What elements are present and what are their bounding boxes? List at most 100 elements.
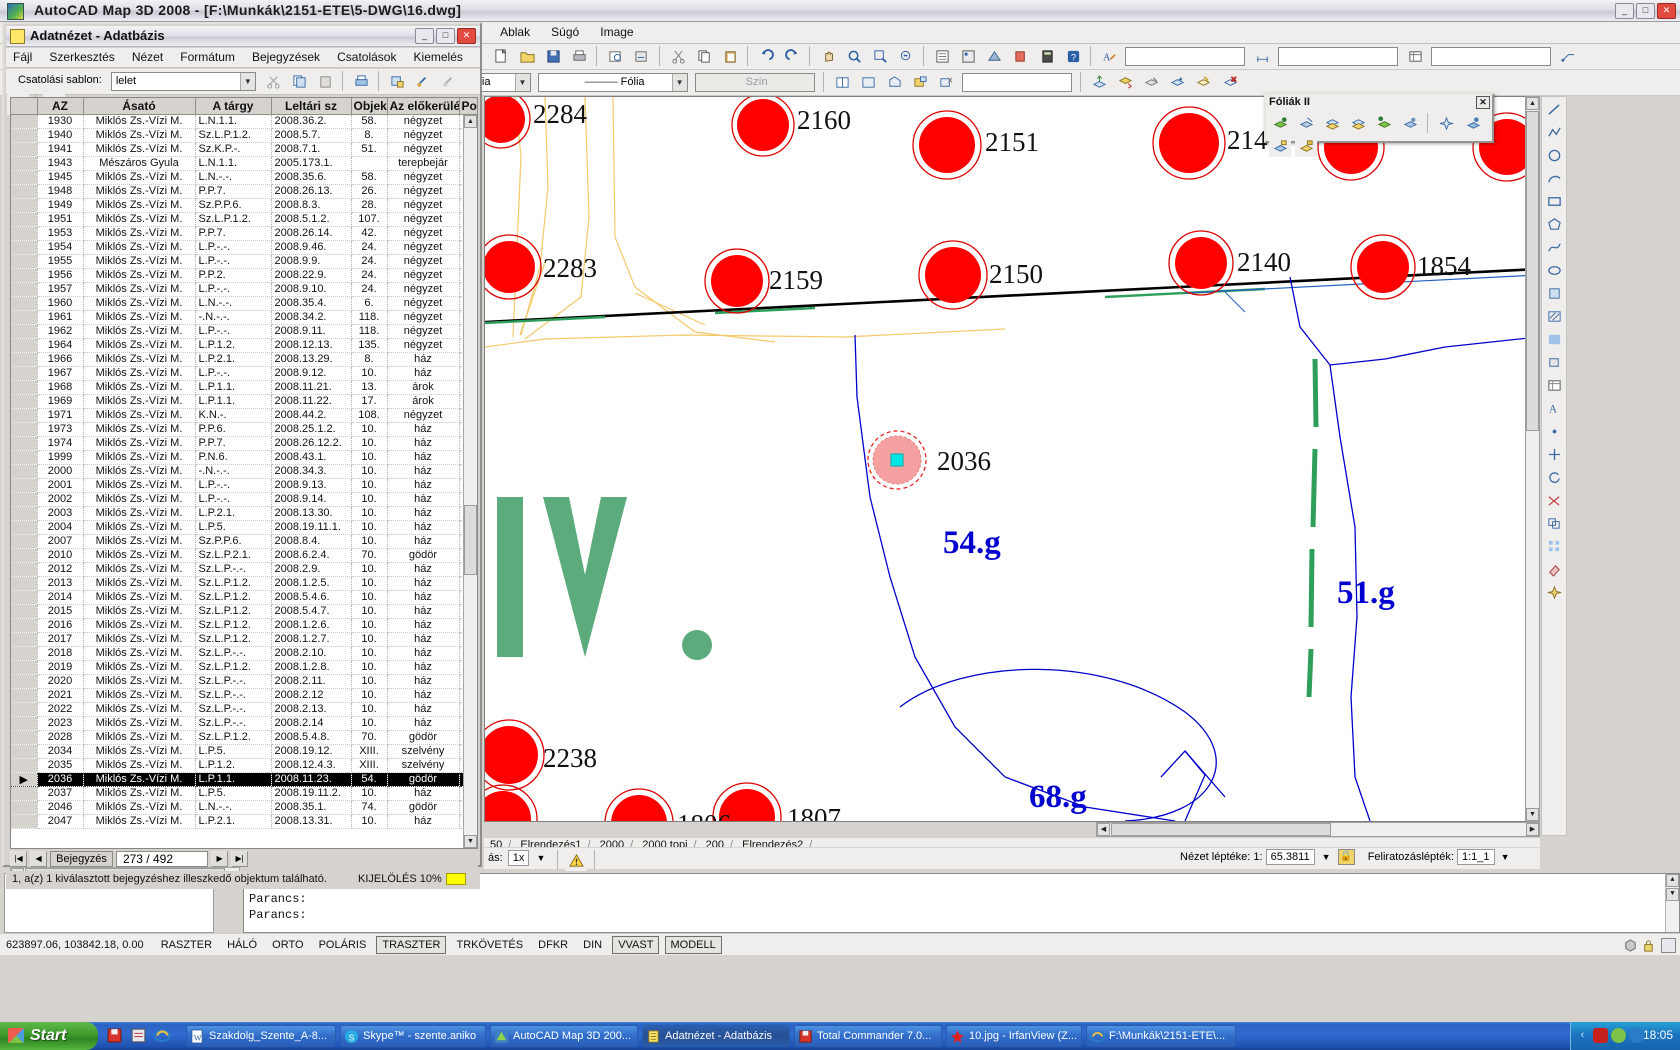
table-cell[interactable]: 2008.19.11.2. [271,786,352,801]
row-selector[interactable] [11,114,38,129]
row-selector[interactable] [11,282,38,297]
next-record-button[interactable]: ▶ [211,851,229,867]
table-row[interactable]: 2047 Miklós Zs.-Vízi M. L.P.2.1. 2008.13.31… [11,814,477,829]
table-cell[interactable]: 2008.1.2.7. [271,632,352,647]
erase-icon[interactable] [1543,558,1565,580]
table-cell[interactable]: L.P.1.1. [195,772,272,787]
table-cell[interactable]: P.P.7. [195,226,272,241]
table-row[interactable]: 2010 Miklós Zs.-Vízi M. Sz.L.P.2.1. 2008.6.… [11,548,477,563]
draworder-text-icon[interactable] [1192,71,1215,93]
chevron-down-icon[interactable]: ▼ [1498,852,1513,862]
viewport-clip-icon[interactable] [935,71,957,93]
table-cell[interactable]: 1961 [37,310,84,325]
link-template-combo[interactable]: lelet ▼ [110,72,256,91]
table-row[interactable]: 1956 Miklós Zs.-Vízi M. P.P.2. 2008.22.9. 24… [11,268,477,283]
network-icon[interactable] [1629,1028,1644,1043]
table-cell[interactable]: 10. [351,646,388,661]
row-selector[interactable] [11,758,38,773]
table-cell[interactable]: 1951 [37,212,84,227]
table-cell[interactable]: 118. [351,324,388,339]
table-row[interactable]: 2015 Miklós Zs.-Vízi M. Sz.L.P.1.2. 2008.5.… [11,604,477,619]
table-cell[interactable]: ház [387,786,460,801]
toggle-orto[interactable]: ORTO [267,937,308,953]
col-header-leltari[interactable]: Leltári sz [271,98,352,115]
rotate-icon[interactable] [1543,466,1565,488]
canvas-vertical-scrollbar[interactable]: ▲ ▼ [1525,96,1540,822]
table-cell[interactable]: 2008.5.1.2. [271,212,352,227]
view-scale-value[interactable]: 65.3811 [1265,849,1315,865]
table-cell[interactable]: L.P.2.1. [195,814,272,829]
table-cell[interactable]: 2008.2.12 [271,688,352,703]
table-cell[interactable]: P.P.6. [195,422,272,437]
table-cell[interactable]: Miklós Zs.-Vízi M. [83,562,196,577]
table-cell[interactable]: Miklós Zs.-Vízi M. [83,310,196,325]
table-cell[interactable]: 1967 [37,366,84,381]
draw-line-icon[interactable] [1543,98,1565,120]
table-row[interactable]: 1953 Miklós Zs.-Vízi M. P.P.7. 2008.26.14. 4… [11,226,477,241]
row-selector[interactable] [11,478,38,493]
scroll-up-icon[interactable]: ▲ [464,115,477,128]
table-cell[interactable]: 10. [351,716,388,731]
table-cell[interactable]: 2008.35.4. [271,296,352,311]
table-cell[interactable]: 58. [351,114,388,129]
table-row[interactable]: 1968 Miklós Zs.-Vízi M. L.P.1.1. 2008.11.21… [11,380,477,395]
scroll-down-icon[interactable]: ▼ [1666,888,1679,901]
table-cell[interactable]: 2008.1.2.8. [271,660,352,675]
data-view-window[interactable]: Adatnézet - Adatbázis _ □ ✕ Fájl Szerkes… [2,22,482,889]
previous-record-button[interactable]: ◀ [30,851,48,867]
row-selector[interactable] [11,436,38,451]
menu-nezet[interactable]: Nézet [125,48,170,66]
scroll-thumb[interactable] [1526,111,1539,431]
table-cell[interactable]: 2013 [37,576,84,591]
table-cell[interactable]: L.P.-.-. [195,478,272,493]
table-cell[interactable]: 1964 [37,338,84,353]
properties-icon[interactable] [931,45,954,67]
table-cell[interactable]: 1969 [37,394,84,409]
table-cell[interactable]: 1930 [37,114,84,129]
layer-isolate-icon[interactable] [1321,112,1344,134]
table-cell[interactable]: L.P.-.-. [195,324,272,339]
cut-icon[interactable] [666,45,689,67]
table-cell[interactable]: Miklós Zs.-Vízi M. [83,240,196,255]
table-row[interactable]: 2002 Miklós Zs.-Vízi M. L.P.-.-. 2008.9.14.… [11,492,477,507]
table-row[interactable]: 2037 Miklós Zs.-Vízi M. L.P.5. 2008.19.11.2… [11,786,477,801]
layer-unlock-icon[interactable] [1399,112,1422,134]
table-cell[interactable]: 13. [351,380,388,395]
table-cell[interactable]: 2008.1.2.6. [271,618,352,633]
table-cell[interactable]: 2007 [37,534,84,549]
table-cell[interactable]: 10. [351,534,388,549]
toggle-dfkr[interactable]: DFKR [533,937,573,953]
table-cell[interactable]: 2008.11.23. [271,772,352,787]
layer-walk-icon[interactable] [1461,112,1484,134]
table-cell[interactable]: Miklós Zs.-Vízi M. [83,128,196,143]
table-cell[interactable]: 2012 [37,562,84,577]
table-cell[interactable]: Miklós Zs.-Vízi M. [83,674,196,689]
table-cell[interactable]: 2008.5.4.6. [271,590,352,605]
table-cell[interactable]: 2046 [37,800,84,815]
table-icon[interactable] [1543,374,1565,396]
table-cell[interactable]: Miklós Zs.-Vízi M. [83,660,196,675]
hatch-icon[interactable] [1543,305,1565,327]
table-row[interactable]: 1960 Miklós Zs.-Vízi M. L.N.-.-. 2008.35.4.… [11,296,477,311]
chevron-down-icon[interactable]: ▼ [671,74,687,91]
table-cell[interactable]: Miklós Zs.-Vízi M. [83,352,196,367]
draw-ellipse-icon[interactable] [1543,259,1565,281]
paste-icon[interactable] [314,70,337,92]
chevron-down-icon[interactable]: ▼ [1318,852,1335,862]
restore-button[interactable]: □ [436,28,455,44]
scroll-up-icon[interactable]: ▲ [1526,97,1539,110]
restore-button[interactable]: □ [1636,3,1655,19]
row-selector[interactable] [11,632,38,647]
pan-icon[interactable] [817,45,839,67]
row-selector[interactable] [11,142,38,157]
table-row[interactable]: 2028 Miklós Zs.-Vízi M. Sz.L.P.1.2. 2008.5.… [11,730,477,745]
record-position-value[interactable]: 273 / 492 [115,851,208,867]
move-icon[interactable] [1543,443,1565,465]
table-cell[interactable]: ház [387,814,460,829]
table-cell[interactable]: Sz.L.P.1.2. [195,618,272,633]
save-icon[interactable] [106,1027,123,1044]
unlink-icon[interactable] [438,70,461,92]
table-cell[interactable]: 2023 [37,716,84,731]
copy-icon[interactable] [287,70,310,92]
table-row[interactable]: 1969 Miklós Zs.-Vízi M. L.P.1.1. 2008.11.22… [11,394,477,409]
